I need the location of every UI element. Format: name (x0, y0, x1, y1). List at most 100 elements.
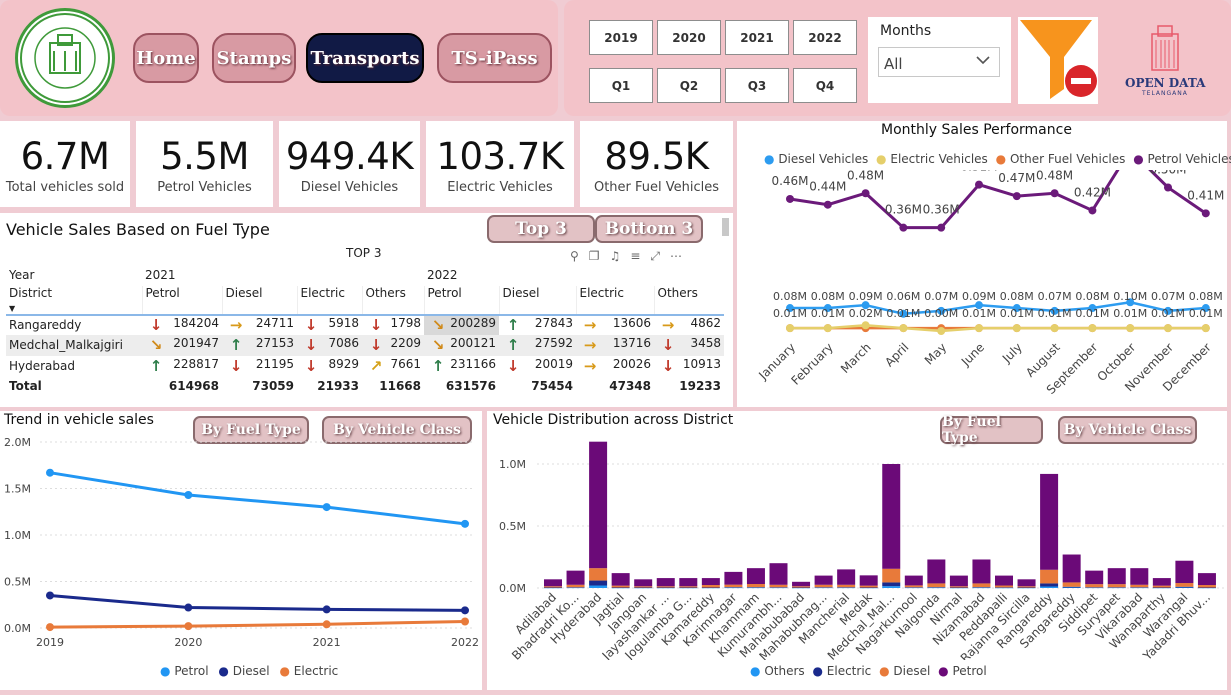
electric-bar-segment (566, 587, 585, 588)
trend-arrow-icon: ↓ (506, 356, 520, 375)
electric-trend-point (46, 623, 54, 632)
electric-bar-segment (814, 587, 833, 588)
column-header[interactable]: Others (361, 285, 424, 315)
table-row[interactable]: Rangareddy ↓ 184204 → 24711 ↓ 5918 ↓ 1798 ↘ 200289… (6, 314, 724, 336)
trend-arrow-icon: ↓ (369, 316, 383, 335)
table-total-row: Total 614968 73059 21933 11668 631576 75… (6, 376, 724, 397)
q2-button[interactable]: Q2 (657, 68, 721, 103)
legend-electric-dot: ● (876, 152, 887, 166)
district-header[interactable]: District ▼ (6, 286, 142, 315)
petrol-bar-segment (792, 581, 811, 587)
value-cell: ↓ 1798 (362, 315, 424, 336)
bottom-3-button[interactable]: Bottom 3 (595, 215, 703, 243)
diesel-bar-segment (634, 586, 653, 588)
year-2020-button[interactable]: 2020 (657, 20, 721, 55)
trend-arrow-icon: ↑ (506, 316, 520, 335)
kpi-label: Other Fuel Vehicles (593, 180, 720, 195)
petrol-bar-segment (972, 559, 991, 584)
focus-icon[interactable]: ⤢ (650, 249, 670, 263)
home-button[interactable]: Home (133, 33, 199, 83)
trend-arrow-icon: → (661, 316, 675, 335)
year-2019-button[interactable]: 2019 (589, 20, 653, 55)
year-2021-button[interactable]: 2021 (725, 20, 789, 55)
diesel-trend-line (49, 593, 466, 612)
value-cell: ↑ 231166 (424, 356, 499, 377)
electric-data-label: 0.01M (1113, 307, 1147, 320)
year-2022-button[interactable]: 2022 (793, 20, 857, 55)
pin-icon[interactable]: ⚲ (570, 249, 589, 263)
months-dropdown[interactable]: All (878, 47, 1000, 77)
legend-petrol-dot: ● (938, 664, 949, 678)
total-cell: 11668 (379, 379, 421, 394)
kpi-diesel-vehicles: 949.4K Diesel Vehicles (279, 121, 420, 207)
petrol-bar-segment (566, 570, 585, 585)
diesel-bar-segment (1017, 586, 1036, 588)
dist-y-tick-label: 0.0M (499, 582, 526, 595)
diesel-bar-segment (1040, 569, 1059, 584)
trend-arrow-icon: → (583, 316, 597, 335)
kpi-value: 5.5M (160, 135, 249, 178)
value-text: 3458 (690, 336, 721, 351)
petrol-bar-segment (1130, 568, 1149, 585)
trend-arrow-icon: ↑ (506, 336, 520, 355)
column-header[interactable]: Petrol (423, 285, 499, 315)
column-header[interactable]: Electric (575, 285, 654, 315)
value-cell: ↓ 184204 (142, 315, 222, 336)
top-3-button[interactable]: Top 3 (487, 215, 595, 243)
legend-diesel: Diesel (232, 664, 270, 678)
copy-icon[interactable]: ❐ (589, 249, 610, 263)
column-header[interactable]: Others (653, 285, 724, 315)
fuel-table-title: Vehicle Sales Based on Fuel Type (6, 220, 270, 239)
q4-button[interactable]: Q4 (793, 68, 857, 103)
diesel-bar-segment (949, 586, 968, 588)
table-row[interactable]: Hyderabad ↑ 228817 ↓ 21195 ↓ 8929 ↗ 7661 ↑ 231166 ↓… (6, 356, 724, 377)
kpi-total-vehicles: 6.7M Total vehicles sold (0, 121, 130, 207)
electric-trend-point (461, 617, 469, 626)
legend-petrol-dot: ● (1133, 152, 1144, 166)
electric-data-label: 0.01M (1000, 307, 1034, 320)
distribution-chart: 0.0M0.5M1.0MAdilabadBhadradri Ko...Hyder… (499, 441, 1225, 660)
petrol-bar-segment (1085, 570, 1104, 585)
trend-arrow-icon: ↓ (149, 316, 163, 335)
stamps-button[interactable]: Stamps (212, 33, 296, 83)
petrol-point (975, 180, 983, 189)
trend-title: Trend in vehicle sales (4, 412, 154, 428)
tspass-button[interactable]: TS-iPass (437, 33, 552, 83)
electric-data-label: 0.01M (811, 307, 845, 320)
bell-icon[interactable]: ♫ (610, 249, 631, 263)
filter-icon[interactable]: ≡ (630, 249, 650, 263)
petrol-data-label: 0.44M (809, 180, 846, 194)
table-row[interactable]: Medchal_Malkajgiri ↘ 201947 ↑ 27153 ↓ 7086 ↓ 220… (6, 335, 724, 356)
kpi-other-fuel-vehicles: 89.5K Other Fuel Vehicles (580, 121, 733, 207)
value-text: 20026 (612, 356, 651, 371)
electric-trend-point (184, 622, 193, 631)
electric-bar-segment (1107, 587, 1126, 588)
table-year-header-row: Year 2021 2022 (6, 265, 724, 286)
q3-button[interactable]: Q3 (725, 68, 789, 103)
legend-electric-dot: ● (279, 664, 290, 678)
more-icon[interactable]: ⋯ (670, 249, 692, 263)
trend-arrow-icon: ↑ (229, 336, 243, 355)
column-header[interactable]: Diesel (221, 285, 297, 315)
telangana-seal-logo (15, 8, 115, 108)
clear-filter-button[interactable] (1018, 17, 1098, 104)
table-scrollbar[interactable] (722, 218, 729, 236)
value-text: 10913 (682, 356, 721, 371)
value-text: 201947 (173, 336, 219, 351)
column-header[interactable]: Electric (296, 285, 362, 315)
value-cell: ↘ 201947 (142, 335, 222, 356)
diesel-data-label: 0.08M (1000, 290, 1034, 303)
diesel-bar-segment (769, 584, 788, 588)
column-header[interactable]: Petrol (141, 285, 222, 315)
month-tick-label: March (838, 340, 874, 376)
transports-button[interactable]: Transports (306, 33, 424, 83)
visual-toolbar: ⚲❐♫≡⤢⋯ (570, 249, 730, 265)
electric-bar-segment (701, 587, 720, 589)
district-cell: Medchal_Malkajgiri (9, 338, 123, 353)
column-header[interactable]: Diesel (498, 285, 576, 315)
q1-button[interactable]: Q1 (589, 68, 653, 103)
diesel-data-label: 0.08M (811, 290, 845, 303)
electric-point (1050, 324, 1059, 333)
diesel-bar-segment (1130, 584, 1149, 588)
trend-arrow-icon: ↓ (661, 356, 675, 375)
